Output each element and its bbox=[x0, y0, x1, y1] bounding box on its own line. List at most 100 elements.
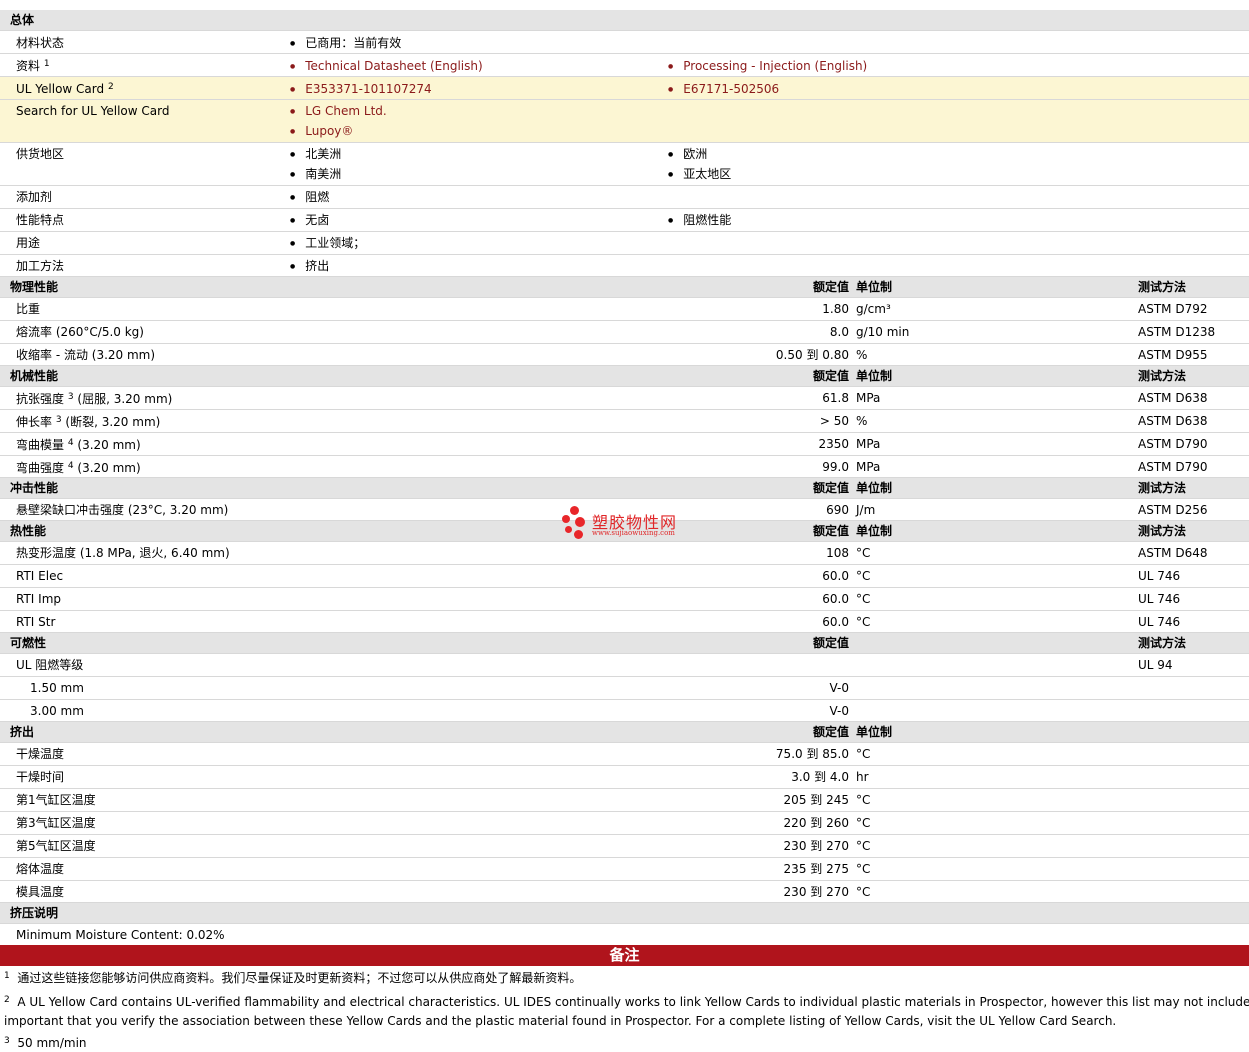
processing-injection-link[interactable]: Processing - Injection (English) bbox=[668, 58, 867, 77]
region-item: 南美洲 bbox=[290, 166, 341, 185]
section-title: 总体 bbox=[10, 13, 35, 27]
row-material-status: 材料状态 已商用：当前有效 bbox=[0, 31, 1249, 54]
section-title: 热性能 bbox=[10, 524, 47, 538]
row-label: 加工方法 bbox=[16, 259, 65, 273]
test-method-header: 测试方法 bbox=[1138, 636, 1187, 650]
rated-value-header: 额定值 bbox=[812, 725, 849, 739]
property-value: 235 到 275 bbox=[783, 862, 849, 876]
test-method-header: 测试方法 bbox=[1138, 280, 1187, 294]
property-value: V-0 bbox=[829, 681, 849, 695]
property-unit: °C bbox=[856, 546, 871, 560]
ul-card-link-2[interactable]: E67171-502506 bbox=[668, 81, 779, 100]
table-row: 第5气缸区温度 230 到 270 °C bbox=[0, 835, 1249, 858]
property-name: RTI Str bbox=[16, 615, 56, 629]
unit-header: 单位制 bbox=[856, 369, 893, 383]
row-value: 工业领域； bbox=[290, 235, 365, 254]
property-value: 690 bbox=[826, 503, 849, 517]
property-method: ASTM D955 bbox=[1138, 348, 1208, 362]
table-row: 第1气缸区温度 205 到 245 °C bbox=[0, 789, 1249, 812]
property-unit: °C bbox=[856, 569, 871, 583]
region-item: 欧洲 bbox=[668, 146, 707, 165]
property-method: UL 746 bbox=[1138, 569, 1181, 583]
ul-card-link-1[interactable]: E353371-101107274 bbox=[290, 81, 431, 100]
property-value: 75.0 到 85.0 bbox=[775, 747, 849, 761]
property-value: 108 bbox=[826, 546, 849, 560]
table-row: 弯曲强度 4 (3.20 mm) 99.0 MPa ASTM D790 bbox=[0, 456, 1249, 478]
property-name: RTI Elec bbox=[16, 569, 64, 583]
row-features: 性能特点 无卤 阻燃性能 bbox=[0, 209, 1249, 232]
property-value: 60.0 bbox=[822, 569, 849, 583]
property-unit: MPa bbox=[856, 437, 881, 451]
region-item: 亚太地区 bbox=[668, 166, 731, 185]
table-row: 弯曲模量 4 (3.20 mm) 2350 MPa ASTM D790 bbox=[0, 433, 1249, 456]
row-uses: 用途 工业领域； bbox=[0, 232, 1249, 255]
footnote-2-continued: important that you verify the associatio… bbox=[4, 1014, 1117, 1028]
section-physical-header: 物理性能 额定值 单位制 测试方法 bbox=[0, 277, 1249, 298]
property-unit: °C bbox=[856, 862, 871, 876]
property-name: 1.50 mm bbox=[30, 681, 84, 695]
section-mechanical-header: 机械性能 额定值 单位制 测试方法 bbox=[0, 366, 1249, 387]
property-name: 第5气缸区温度 bbox=[16, 839, 96, 853]
section-extrusion-notes-header: 挤压说明 bbox=[0, 903, 1249, 924]
rated-value-header: 额定值 bbox=[812, 280, 849, 294]
table-row: 熔体温度 235 到 275 °C bbox=[0, 858, 1249, 881]
property-value: 61.8 bbox=[822, 391, 849, 405]
table-row: 干燥时间 3.0 到 4.0 hr bbox=[0, 766, 1249, 789]
property-name: 悬壁梁缺口冲击强度 (23°C, 3.20 mm) bbox=[16, 503, 229, 517]
property-name: 干燥时间 bbox=[16, 770, 65, 784]
property-method: ASTM D256 bbox=[1138, 503, 1208, 517]
property-value: 220 到 260 bbox=[783, 816, 849, 830]
technical-datasheet-link[interactable]: Technical Datasheet (English) bbox=[290, 58, 482, 77]
row-label: 性能特点 bbox=[16, 213, 65, 227]
row-regions: 供货地区 北美洲 欧洲 南美洲 亚太地区 bbox=[0, 143, 1249, 186]
section-extrusion-header: 挤出 额定值 单位制 bbox=[0, 722, 1249, 743]
unit-header: 单位制 bbox=[856, 481, 893, 495]
property-unit: g/10 min bbox=[856, 325, 910, 339]
property-unit: MPa bbox=[856, 391, 881, 405]
watermark-logo: 塑胶物性网 www.sujiaowuxing.com bbox=[562, 505, 692, 541]
feature-item: 阻燃性能 bbox=[668, 212, 731, 231]
property-name: 第3气缸区温度 bbox=[16, 816, 96, 830]
property-name: 比重 bbox=[16, 302, 41, 316]
property-value: 99.0 bbox=[822, 460, 849, 474]
property-value: > 50 bbox=[819, 414, 849, 428]
property-name: 抗张强度 3 (屈服, 3.20 mm) bbox=[16, 392, 173, 406]
unit-header: 单位制 bbox=[856, 725, 893, 739]
row-additive: 添加剂 阻燃 bbox=[0, 186, 1249, 209]
rated-value-header: 额定值 bbox=[812, 369, 849, 383]
table-row: 3.00 mm V-0 bbox=[0, 700, 1249, 722]
property-name: 弯曲模量 4 (3.20 mm) bbox=[16, 438, 141, 452]
row-label: Search for UL Yellow Card bbox=[16, 104, 170, 118]
table-row: 模具温度 230 到 270 °C bbox=[0, 881, 1249, 903]
section-title: 挤压说明 bbox=[10, 906, 59, 920]
property-name: 3.00 mm bbox=[30, 704, 84, 718]
row-label: 材料状态 bbox=[16, 36, 65, 50]
row-label: 资料 1 bbox=[16, 59, 50, 73]
rated-value-header: 额定值 bbox=[812, 524, 849, 538]
property-name: 弯曲强度 4 (3.20 mm) bbox=[16, 461, 141, 475]
property-name: 干燥温度 bbox=[16, 747, 65, 761]
property-value: 230 到 270 bbox=[783, 885, 849, 899]
property-value: 8.0 bbox=[829, 325, 849, 339]
test-method-header: 测试方法 bbox=[1138, 481, 1187, 495]
property-value: 1.80 bbox=[822, 302, 849, 316]
table-row: RTI Elec 60.0 °C UL 746 bbox=[0, 565, 1249, 588]
footnote-3: 3 50 mm/min bbox=[4, 1036, 87, 1050]
property-method: ASTM D638 bbox=[1138, 391, 1208, 405]
table-row: 热变形温度 (1.8 MPa, 退火, 6.40 mm) 108 °C ASTM… bbox=[0, 542, 1249, 565]
row-value: 已商用：当前有效 bbox=[290, 35, 401, 54]
table-row: 1.50 mm V-0 bbox=[0, 677, 1249, 700]
property-unit: °C bbox=[856, 816, 871, 830]
section-impact-header: 冲击性能 额定值 单位制 测试方法 bbox=[0, 478, 1249, 499]
lg-chem-link[interactable]: LG Chem Ltd. bbox=[290, 103, 387, 122]
watermark-url: www.sujiaowuxing.com bbox=[592, 529, 675, 537]
lupoy-link[interactable]: Lupoy® bbox=[290, 123, 353, 142]
property-unit: °C bbox=[856, 793, 871, 807]
rated-value-header: 额定值 bbox=[812, 481, 849, 495]
footnote-2: 2 A UL Yellow Card contains UL-verified … bbox=[4, 995, 1249, 1009]
property-unit: MPa bbox=[856, 460, 881, 474]
table-row: 伸长率 3 (断裂, 3.20 mm) > 50 % ASTM D638 bbox=[0, 410, 1249, 433]
property-method: ASTM D790 bbox=[1138, 437, 1208, 451]
extrusion-note-row: Minimum Moisture Content: 0.02% bbox=[0, 924, 1249, 945]
property-name: 收缩率 - 流动 (3.20 mm) bbox=[16, 348, 156, 362]
